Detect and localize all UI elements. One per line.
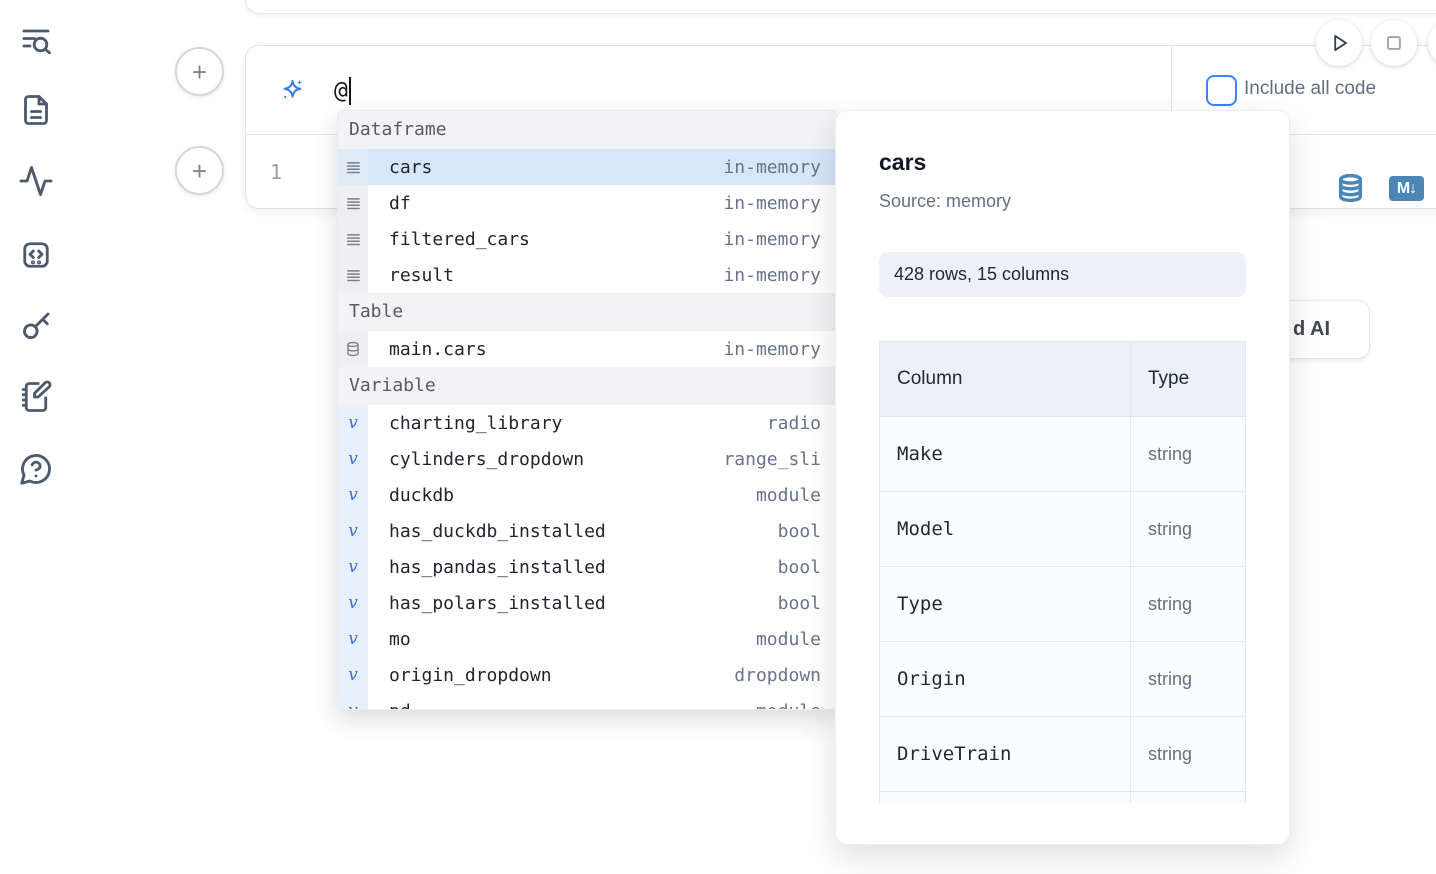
ai-prompt-input[interactable]: @ <box>334 74 351 108</box>
table-row-clipped <box>880 792 1246 804</box>
section-header-table: Table <box>338 293 836 331</box>
ai-action-label: d AI <box>1293 318 1330 341</box>
autocomplete-item-duckdb[interactable]: v duckdb module <box>338 477 836 513</box>
autocomplete-item-pd[interactable]: v pd module <box>338 693 836 710</box>
plus-icon: + <box>192 158 207 184</box>
key-icon[interactable] <box>18 308 54 344</box>
run-cell-button[interactable] <box>1316 20 1362 66</box>
variable-icon: v <box>338 477 368 513</box>
dataframe-icon <box>338 257 368 293</box>
add-cell-below-button[interactable]: + <box>175 146 224 195</box>
variable-icon: v <box>338 405 368 441</box>
dataframe-icon <box>338 149 368 185</box>
variable-icon: v <box>338 621 368 657</box>
dataframe-preview-popup: cars Source: memory 428 rows, 15 columns… <box>835 110 1290 845</box>
code-snippets-icon[interactable] <box>18 237 54 273</box>
autocomplete-item-origin-dropdown[interactable]: v origin_dropdown dropdown <box>338 657 836 693</box>
include-all-code-label: Include all code <box>1244 78 1376 100</box>
markdown-icon[interactable]: M↓ <box>1389 176 1424 201</box>
autocomplete-dropdown: Dataframe cars in-memory df in-memory fi… <box>337 110 837 710</box>
marimo-notebook: + + @ 1 M↓ <box>0 0 1436 874</box>
column-header: Column <box>880 342 1131 417</box>
include-all-code-checkbox[interactable] <box>1206 75 1237 106</box>
left-sidebar <box>0 0 70 874</box>
autocomplete-item-main-cars[interactable]: main.cars in-memory <box>338 331 836 367</box>
autocomplete-item-filtered-cars[interactable]: filtered_cars in-memory <box>338 221 836 257</box>
line-number: 1 <box>260 135 292 208</box>
autocomplete-item-has-polars-installed[interactable]: v has_polars_installed bool <box>338 585 836 621</box>
variable-icon: v <box>338 549 368 585</box>
preview-source: Source: memory <box>879 191 1246 212</box>
shape-badge: 428 rows, 15 columns <box>879 252 1246 297</box>
table-row: Origin string <box>880 642 1246 717</box>
text-caret <box>349 77 351 105</box>
add-cell-above-button[interactable]: + <box>175 47 224 96</box>
previous-cell-edge <box>245 0 1436 14</box>
table-database-icon <box>338 331 368 367</box>
database-icon[interactable] <box>1335 172 1366 204</box>
table-row: Make string <box>880 417 1246 492</box>
ai-sparkle-icon <box>279 77 306 104</box>
variable-icon: v <box>338 693 368 710</box>
autocomplete-item-has-duckdb-installed[interactable]: v has_duckdb_installed bool <box>338 513 836 549</box>
dataframe-icon <box>338 221 368 257</box>
preview-title: cars <box>879 149 1246 176</box>
section-header-dataframe: Dataframe <box>338 111 836 149</box>
plus-icon: + <box>192 59 207 85</box>
activity-pulse-icon[interactable] <box>18 163 54 199</box>
type-header: Type <box>1131 342 1246 417</box>
table-of-contents-search-icon[interactable] <box>18 22 54 58</box>
autocomplete-item-cars[interactable]: cars in-memory <box>338 149 836 185</box>
prompt-text: @ <box>334 78 348 104</box>
autocomplete-item-result[interactable]: result in-memory <box>338 257 836 293</box>
autocomplete-item-df[interactable]: df in-memory <box>338 185 836 221</box>
notebook-edit-icon[interactable] <box>18 379 54 415</box>
table-row: Type string <box>880 567 1246 642</box>
dataframe-icon <box>338 185 368 221</box>
variable-icon: v <box>338 513 368 549</box>
variable-icon: v <box>338 441 368 477</box>
help-chat-icon[interactable] <box>18 451 54 487</box>
variable-icon: v <box>338 657 368 693</box>
play-icon <box>1326 30 1352 56</box>
autocomplete-item-cylinders-dropdown[interactable]: v cylinders_dropdown range_sli <box>338 441 836 477</box>
file-document-icon[interactable] <box>18 92 54 128</box>
table-row: DriveTrain string <box>880 717 1246 792</box>
table-row: Model string <box>880 492 1246 567</box>
schema-table-container: Column Type Make string Model string Typ… <box>879 341 1246 803</box>
autocomplete-item-mo[interactable]: v mo module <box>338 621 836 657</box>
variable-icon: v <box>338 585 368 621</box>
stop-icon <box>1381 30 1407 56</box>
schema-table: Column Type Make string Model string Typ… <box>879 341 1246 803</box>
autocomplete-item-has-pandas-installed[interactable]: v has_pandas_installed bool <box>338 549 836 585</box>
section-header-variable: Variable <box>338 367 836 405</box>
autocomplete-item-charting-library[interactable]: v charting_library radio <box>338 405 836 441</box>
stop-button[interactable] <box>1371 20 1417 66</box>
